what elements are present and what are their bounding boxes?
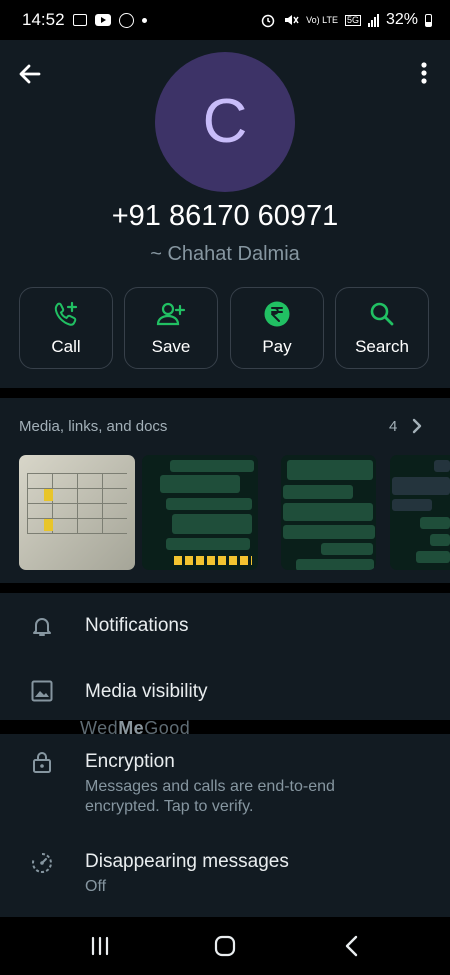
youtube-icon bbox=[94, 14, 111, 26]
more-notifications-dot-icon bbox=[141, 17, 147, 23]
encryption-label: Encryption bbox=[85, 751, 175, 772]
add-person-icon bbox=[156, 302, 186, 326]
search-label: Search bbox=[355, 337, 409, 356]
avatar[interactable]: C bbox=[155, 52, 295, 192]
rupee-icon bbox=[264, 301, 290, 327]
calendar-icon bbox=[72, 14, 87, 26]
contact-header: C +91 86170 60971 ~ Chahat Dalmia Call S… bbox=[0, 40, 450, 388]
notifications-label: Notifications bbox=[85, 615, 189, 636]
contact-name: ~ Chahat Dalmia bbox=[150, 243, 300, 265]
search-icon bbox=[370, 302, 394, 326]
call-add-icon bbox=[54, 301, 78, 326]
save-button[interactable]: Save bbox=[124, 287, 218, 369]
media-section[interactable]: Media, links, and docs 4 bbox=[0, 398, 450, 583]
status-bar: 14:52 Vo) LTE 5G 32% bbox=[0, 0, 450, 40]
recent-apps-icon[interactable] bbox=[85, 933, 115, 959]
save-label: Save bbox=[151, 337, 191, 356]
call-button[interactable]: Call bbox=[19, 287, 113, 369]
media-count: 4 bbox=[389, 418, 398, 435]
settings-section: Notifications Media visibility bbox=[0, 593, 450, 720]
media-visibility-label: Media visibility bbox=[85, 681, 208, 702]
pay-button[interactable]: Pay bbox=[230, 287, 324, 369]
whatsapp-icon bbox=[118, 12, 134, 28]
home-icon[interactable] bbox=[210, 933, 240, 959]
5g-indicator: 5G bbox=[344, 14, 361, 26]
search-button[interactable]: Search bbox=[335, 287, 429, 369]
more-options-icon[interactable] bbox=[410, 58, 438, 90]
privacy-section: Encryption Messages and calls are end-to… bbox=[0, 734, 450, 917]
bell-icon bbox=[33, 618, 51, 636]
call-label: Call bbox=[51, 337, 81, 356]
media-thumbnail[interactable] bbox=[390, 455, 450, 570]
mute-icon bbox=[285, 15, 299, 25]
image-icon bbox=[31, 680, 53, 702]
volte-indicator: Vo) LTE bbox=[306, 14, 338, 25]
media-thumbnail[interactable] bbox=[19, 455, 135, 570]
back-arrow-icon[interactable] bbox=[14, 58, 46, 90]
media-thumbnail[interactable] bbox=[281, 455, 376, 570]
chevron-right-icon[interactable] bbox=[410, 418, 424, 434]
media-thumbnail[interactable] bbox=[142, 455, 258, 570]
signal-icon bbox=[367, 13, 379, 27]
disappearing-messages-value: Off bbox=[85, 878, 107, 895]
lock-icon bbox=[33, 752, 51, 773]
back-nav-icon[interactable] bbox=[337, 933, 367, 959]
encryption-description: Messages and calls are end-to-end encryp… bbox=[85, 778, 335, 815]
timer-icon bbox=[32, 853, 52, 873]
status-time: 14:52 bbox=[22, 10, 65, 29]
battery-percent: 32% bbox=[385, 11, 418, 28]
alarm-icon bbox=[261, 14, 275, 28]
disappearing-messages-label: Disappearing messages bbox=[85, 851, 289, 872]
phone-number: +91 86170 60971 bbox=[111, 200, 339, 232]
pay-label: Pay bbox=[262, 337, 292, 356]
battery-icon bbox=[425, 13, 432, 27]
navigation-bar bbox=[0, 917, 450, 975]
media-title: Media, links, and docs bbox=[19, 418, 168, 435]
